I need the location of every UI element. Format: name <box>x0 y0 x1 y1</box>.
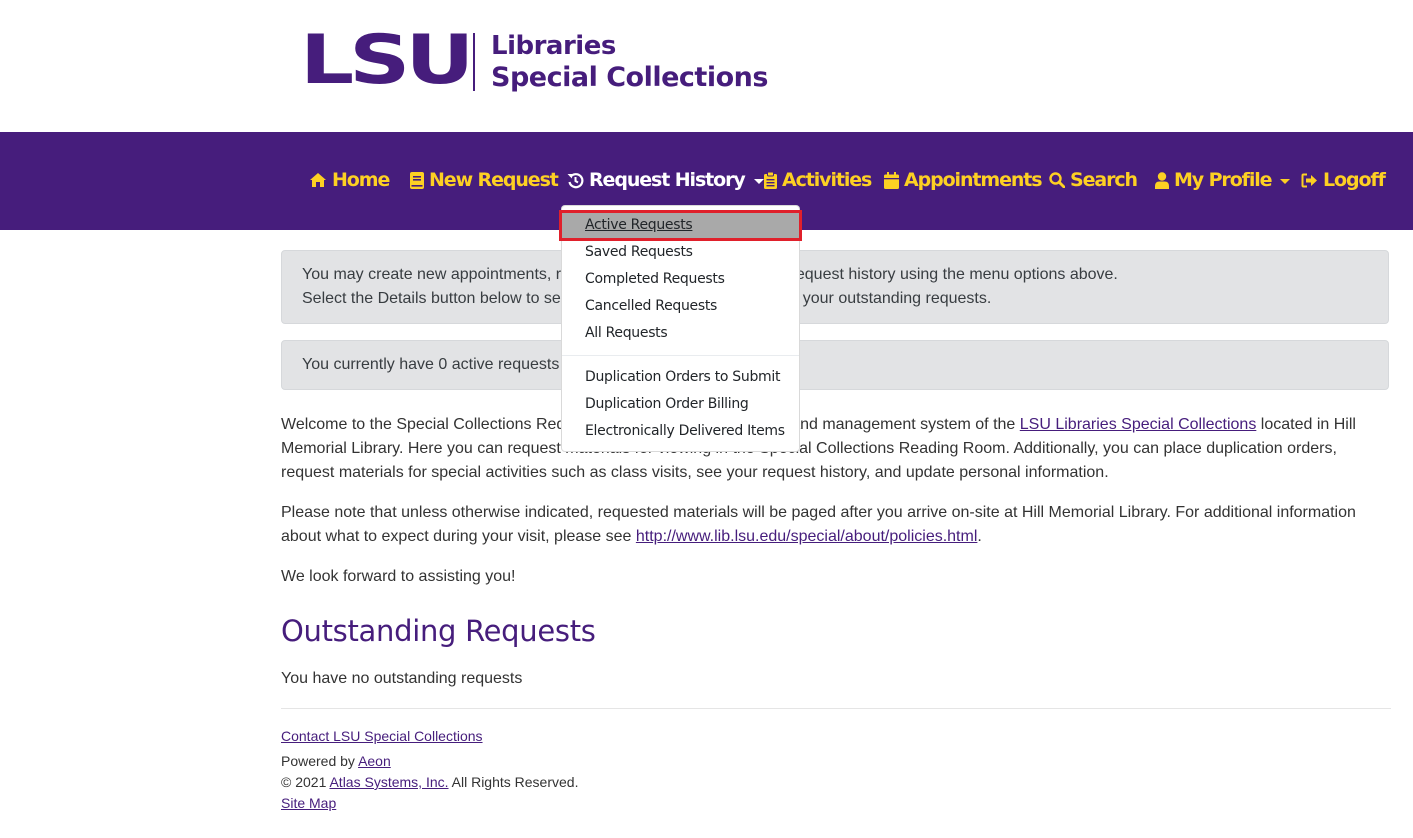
rights-reserved-text: All Rights Reserved. <box>448 774 579 790</box>
caret-down-icon <box>753 178 764 184</box>
info-alert-line-1: You may create new appointments, request… <box>302 266 1118 283</box>
user-icon <box>1155 171 1169 189</box>
powered-by-text: Powered by <box>281 753 359 769</box>
dropdown-item-electronically-delivered-items[interactable]: Electronically Delivered Items <box>562 418 799 445</box>
site-map-link[interactable]: Site Map <box>281 795 336 811</box>
lsu-logo-mark: LSU <box>300 21 474 100</box>
site-logo[interactable]: LSU Libraries Special Collections <box>300 21 768 100</box>
logo-text: Libraries Special Collections <box>491 30 768 94</box>
caret-down-icon <box>1280 178 1291 184</box>
atlas-systems-link[interactable]: Atlas Systems, Inc. <box>329 774 448 790</box>
dropdown-item-duplication-orders-to-submit[interactable]: Duplication Orders to Submit <box>562 364 799 391</box>
nav-activities[interactable]: Activities <box>764 169 872 191</box>
nav-logoff-label: Logoff <box>1323 169 1386 191</box>
nav-search-label: Search <box>1070 169 1138 191</box>
welcome-paragraph: Welcome to the Special Collections Reque… <box>281 413 1391 485</box>
aeon-link[interactable]: Aeon <box>358 753 391 769</box>
nav-appointments-label: Appointments <box>904 169 1043 191</box>
nav-logoff[interactable]: Logoff <box>1301 169 1386 191</box>
lsu-special-collections-link[interactable]: LSU Libraries Special Collections <box>1020 416 1257 433</box>
nav-new-request[interactable]: New Request <box>410 169 559 191</box>
info-alert-line-2: Select the Details button below to see a… <box>302 290 992 307</box>
contact-link[interactable]: Contact LSU Special Collections <box>281 728 483 744</box>
copyright-text: © 2021 <box>281 774 330 790</box>
dropdown-divider <box>562 355 799 356</box>
active-requests-count: You currently have 0 active requests <box>302 356 560 373</box>
closing-text: We look forward to assisting you! <box>281 568 516 585</box>
no-outstanding-requests-text: You have no outstanding requests <box>281 670 523 687</box>
sign-out-icon <box>1301 173 1318 188</box>
history-icon <box>567 172 584 189</box>
dropdown-item-active-requests[interactable]: Active Requests <box>559 210 802 241</box>
logo-line-1: Libraries <box>491 31 616 61</box>
policy-text-b: . <box>977 528 982 545</box>
nav-my-profile-label: My Profile <box>1174 169 1273 191</box>
policy-paragraph: Please note that unless otherwise indica… <box>281 501 1391 549</box>
dropdown-item-all-requests[interactable]: All Requests <box>562 320 799 347</box>
nav-request-history[interactable]: Request History <box>567 169 764 191</box>
outstanding-requests-heading: Outstanding Requests <box>281 614 596 648</box>
nav-home[interactable]: Home <box>309 169 390 191</box>
footer: Contact LSU Special Collections Powered … <box>281 726 578 814</box>
calendar-icon <box>884 171 899 189</box>
dropdown-item-cancelled-requests[interactable]: Cancelled Requests <box>562 293 799 320</box>
nav-new-request-label: New Request <box>429 169 559 191</box>
search-icon <box>1049 172 1065 188</box>
clipboard-icon <box>764 171 777 189</box>
info-alert: You may create new appointments, request… <box>281 250 1389 324</box>
closing-paragraph: We look forward to assisting you! <box>281 565 1391 589</box>
footer-divider <box>281 708 1391 709</box>
nav-home-label: Home <box>332 169 390 191</box>
dropdown-item-duplication-order-billing[interactable]: Duplication Order Billing <box>562 391 799 418</box>
nav-request-history-label: Request History <box>589 169 746 191</box>
dropdown-item-saved-requests[interactable]: Saved Requests <box>562 239 799 266</box>
policies-link[interactable]: http://www.lib.lsu.edu/special/about/pol… <box>636 528 978 545</box>
nav-search[interactable]: Search <box>1049 169 1138 191</box>
home-icon <box>309 172 327 188</box>
request-history-dropdown: Active Requests Saved Requests Completed… <box>559 205 802 452</box>
nav-my-profile[interactable]: My Profile <box>1155 169 1291 191</box>
dropdown-item-completed-requests[interactable]: Completed Requests <box>562 266 799 293</box>
nav-appointments[interactable]: Appointments <box>884 169 1043 191</box>
nav-activities-label: Activities <box>782 169 872 191</box>
book-icon <box>410 171 424 189</box>
active-requests-count-alert: You currently have 0 active requests <box>281 340 1389 390</box>
logo-line-2: Special Collections <box>491 62 768 93</box>
